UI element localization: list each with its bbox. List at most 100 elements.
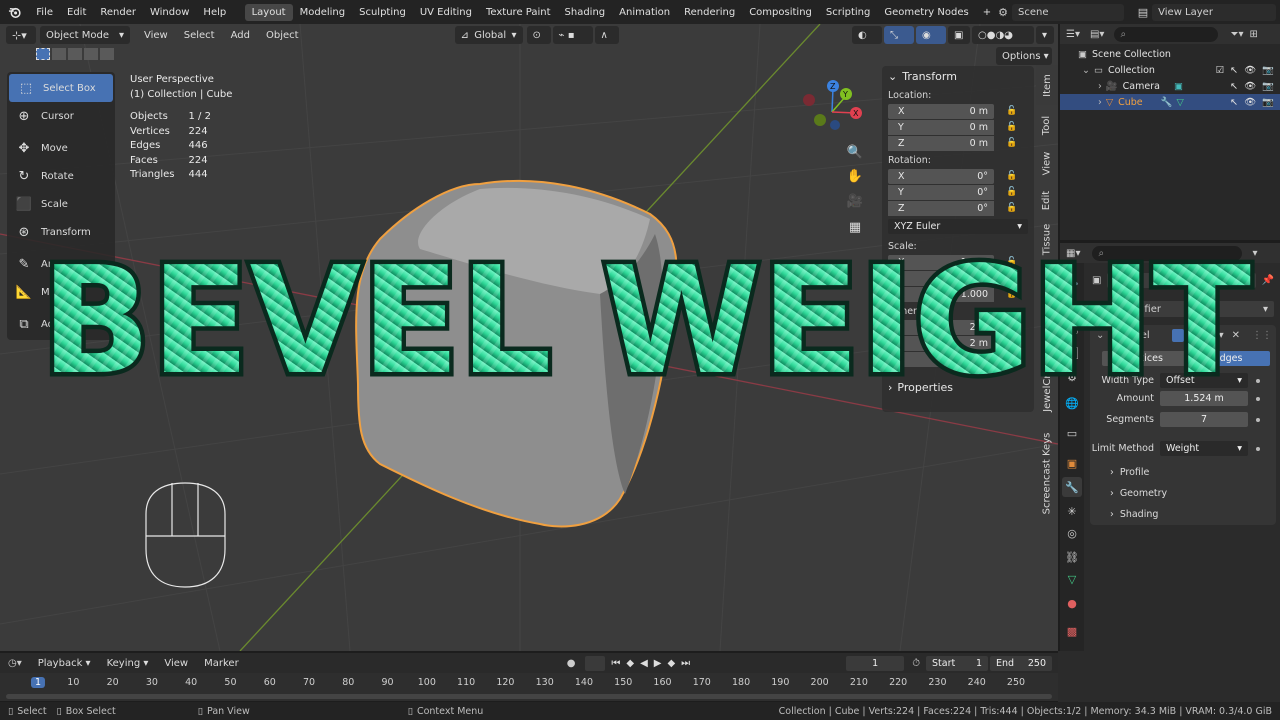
- chevron-down-icon[interactable]: ⌄: [1096, 330, 1104, 341]
- segments-field[interactable]: 7: [1160, 412, 1248, 427]
- editor-type-button[interactable]: ⊹▾: [6, 26, 36, 44]
- tab-texture-paint[interactable]: Texture Paint: [479, 4, 558, 21]
- tool-rotate[interactable]: ↻ Rotate: [7, 162, 115, 190]
- tab-modeling[interactable]: Modeling: [293, 4, 353, 21]
- lock-icon[interactable]: 🔓: [1006, 187, 1020, 197]
- tab-text-fx[interactable]: Text FX: [1036, 307, 1058, 351]
- dimension-y-field[interactable]: Y 2 m: [888, 336, 994, 351]
- location-y-field[interactable]: Y 0 m: [888, 120, 994, 135]
- object-name-field[interactable]: Cube: [1107, 273, 1256, 288]
- options-button[interactable]: Options ▾: [996, 47, 1052, 65]
- tool-transform[interactable]: ⊛ Transform: [7, 218, 115, 246]
- amount-field[interactable]: 1.524 m: [1160, 391, 1248, 406]
- menu-keying[interactable]: Keying ▾: [99, 658, 157, 669]
- tab-scripting[interactable]: Scripting: [819, 4, 877, 21]
- scale-y-field[interactable]: Y 1.000: [888, 271, 994, 286]
- select-subtract-icon[interactable]: [68, 48, 82, 60]
- shading-options-icon[interactable]: ▾: [1036, 26, 1054, 44]
- affect-edges-button[interactable]: Edges: [1186, 351, 1270, 366]
- tab-edit[interactable]: Edit: [1036, 183, 1058, 217]
- object-tab-icon[interactable]: ▣: [1062, 453, 1082, 473]
- drag-handle-icon[interactable]: ⋮⋮: [1252, 330, 1272, 341]
- tab-view[interactable]: View: [1036, 145, 1058, 181]
- modifier-name-field[interactable]: Bevel: [1122, 330, 1168, 341]
- profile-subpanel[interactable]: › Profile: [1110, 467, 1149, 478]
- lock-icon[interactable]: 🔓: [1006, 171, 1020, 181]
- camera-view-icon[interactable]: 🎥: [844, 190, 866, 212]
- menu-select[interactable]: Select: [176, 30, 223, 41]
- tab-uv-editing[interactable]: UV Editing: [413, 4, 479, 21]
- modifier-tab-icon[interactable]: 🔧: [1062, 477, 1082, 497]
- collection-tab-icon[interactable]: ▭: [1062, 423, 1082, 443]
- rotation-mode-selector[interactable]: XYZ Euler ▾: [888, 219, 1028, 234]
- tool-add-cube[interactable]: ⧉ Add Cube: [7, 310, 115, 338]
- editor-type-icon[interactable]: ▦▾: [1066, 248, 1080, 259]
- menu-object[interactable]: Object: [258, 30, 307, 41]
- mode-selector[interactable]: Object Mode ▾: [40, 26, 130, 44]
- dimension-z-field[interactable]: Z 2 m: [888, 352, 994, 367]
- close-icon[interactable]: ✕: [1232, 330, 1240, 341]
- tab-tool[interactable]: Tool: [1036, 107, 1058, 143]
- properties-search-input[interactable]: ⌕: [1092, 245, 1243, 261]
- affect-vertices-button[interactable]: Vertices: [1102, 351, 1186, 366]
- 3d-viewport[interactable]: Z Y X ⊹▾ Object Mode ▾ View Select Add O…: [0, 24, 1058, 651]
- clock-icon[interactable]: ⏱: [912, 658, 920, 669]
- transform-panel-header[interactable]: ⌄ Transform: [882, 66, 1034, 86]
- selectable-icon[interactable]: ↖: [1230, 81, 1238, 92]
- xray-icon[interactable]: ▣: [948, 26, 970, 44]
- display-mode-icon[interactable]: ▤▾: [1090, 29, 1104, 40]
- menu-timeline-view[interactable]: View: [156, 658, 196, 669]
- pivot-icon[interactable]: ⊙: [526, 26, 551, 44]
- outliner-collection[interactable]: ⌄ ▭ Collection ☑ ↖ 👁 📷: [1060, 62, 1280, 78]
- lock-icon[interactable]: 🔓: [1006, 138, 1020, 148]
- render-camera-icon[interactable]: 📷: [1262, 81, 1274, 92]
- keyframe-dot-icon[interactable]: [1256, 446, 1260, 451]
- tab-create[interactable]: Create: [1036, 261, 1058, 305]
- limit-method-select[interactable]: Weight ▾: [1160, 441, 1248, 456]
- tool-scale[interactable]: ⬛ Scale: [7, 190, 115, 218]
- physics-tab-icon[interactable]: ◎: [1062, 523, 1082, 543]
- selectable-icon[interactable]: ↖: [1230, 97, 1238, 108]
- filter-icon[interactable]: ⏷▾: [1230, 29, 1243, 40]
- tool-measure[interactable]: 📐 Measure: [7, 278, 115, 306]
- tab-sculpting[interactable]: Sculpting: [352, 4, 413, 21]
- start-frame-field[interactable]: Start 1: [926, 655, 988, 671]
- lock-icon[interactable]: 🔓: [1006, 273, 1020, 283]
- zoom-icon[interactable]: 🔍: [844, 141, 866, 163]
- world-tab-icon[interactable]: 🌐: [1062, 393, 1082, 413]
- chevron-down-icon[interactable]: ▾: [1219, 330, 1224, 341]
- render-camera-icon[interactable]: 📷: [1262, 97, 1274, 108]
- properties-panel-header[interactable]: › Properties: [882, 377, 1034, 397]
- lock-icon[interactable]: 🔓: [1006, 106, 1020, 116]
- scale-x-field[interactable]: X 1.000: [888, 254, 994, 270]
- chevron-down-icon[interactable]: ▾: [1252, 248, 1257, 259]
- keyframe-dot-icon[interactable]: [1256, 417, 1260, 422]
- perspective-toggle-icon[interactable]: ▦: [844, 216, 866, 238]
- render-camera-icon[interactable]: 📷: [1262, 65, 1274, 76]
- tab-geometry-nodes[interactable]: Geometry Nodes: [877, 4, 975, 21]
- menu-window[interactable]: Window: [143, 7, 196, 18]
- tab-shading[interactable]: Shading: [558, 4, 613, 21]
- tab-layout[interactable]: Layout: [244, 3, 293, 21]
- playback-controls-icon[interactable]: ⏮◆◀▶◆⏭: [611, 658, 696, 669]
- location-z-field[interactable]: Z 0 m: [888, 136, 994, 151]
- eye-icon[interactable]: 👁: [1244, 81, 1256, 92]
- visibility-icon[interactable]: ◐: [852, 26, 882, 44]
- lock-icon[interactable]: 🔓: [1006, 257, 1020, 267]
- tool-annotate[interactable]: ✎ Annotate: [7, 250, 115, 278]
- keyframe-dot-icon[interactable]: [1256, 396, 1260, 401]
- tool-move[interactable]: ✥ Move: [7, 134, 115, 162]
- pin-icon[interactable]: 📌: [1262, 275, 1274, 286]
- menu-file[interactable]: File: [29, 7, 60, 18]
- view-layer-tab-icon[interactable]: 🖼: [1062, 343, 1082, 363]
- outliner-scene-collection[interactable]: ▣ Scene Collection: [1060, 46, 1280, 62]
- tab-animation[interactable]: Animation: [612, 4, 677, 21]
- eye-icon[interactable]: 👁: [1244, 97, 1256, 108]
- eye-icon[interactable]: 👁: [1244, 65, 1256, 76]
- keyframe-dot-icon[interactable]: [1256, 378, 1260, 383]
- output-tab-icon[interactable]: 🖨: [1062, 319, 1082, 339]
- overlay-icon[interactable]: ◉: [916, 26, 946, 44]
- editor-type-icon[interactable]: ☰▾: [1066, 29, 1080, 40]
- rotation-x-field[interactable]: X 0°: [888, 168, 994, 184]
- shading-modes-icon[interactable]: ○●◑◕: [972, 26, 1034, 44]
